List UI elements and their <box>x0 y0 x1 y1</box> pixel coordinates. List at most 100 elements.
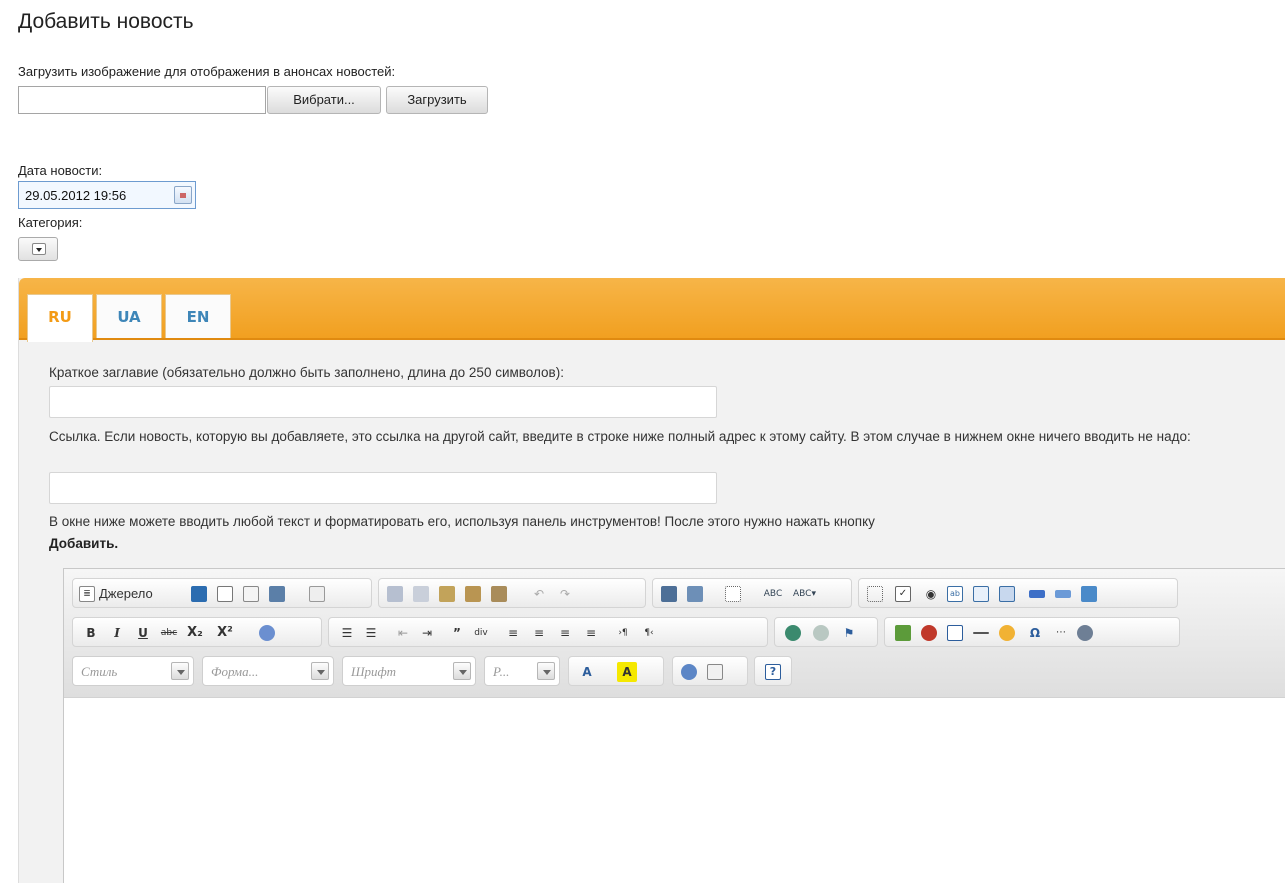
show-blocks-icon[interactable] <box>707 664 723 680</box>
chevron-down-icon <box>171 662 189 680</box>
underline-icon[interactable]: U <box>133 623 153 643</box>
redo-icon[interactable]: ↷ <box>555 584 575 604</box>
align-right-icon[interactable]: ≡ <box>555 623 575 643</box>
save-icon[interactable] <box>191 586 207 602</box>
select-field-icon[interactable] <box>999 586 1015 602</box>
div-container-icon[interactable]: div <box>471 623 491 643</box>
category-select[interactable] <box>18 237 58 261</box>
indent-icon[interactable]: ⇥ <box>417 623 437 643</box>
help-icon[interactable]: ? <box>765 664 781 680</box>
outdent-icon[interactable]: ⇤ <box>393 623 413 643</box>
toolbar-row-1: ≣ Джерело ↶ ↷ ABC ABC▾ ✓ ◉ ab <box>72 578 1282 608</box>
toolbar-group-clipboard: ↶ ↷ <box>378 578 646 608</box>
text-color-icon[interactable]: A <box>577 662 597 682</box>
file-path-input[interactable] <box>18 86 266 114</box>
templates-icon[interactable] <box>309 586 325 602</box>
date-input[interactable] <box>19 182 169 208</box>
background-color-icon[interactable]: A <box>617 662 637 682</box>
maximize-icon[interactable] <box>681 664 697 680</box>
format-combo[interactable]: Форма... <box>202 656 334 686</box>
italic-icon[interactable]: I <box>107 623 127 643</box>
smiley-icon[interactable] <box>999 625 1015 641</box>
text-direction-rtl-icon[interactable]: ¶‹ <box>639 623 659 643</box>
size-combo-label: Р... <box>493 664 510 679</box>
paste-word-icon[interactable] <box>491 586 507 602</box>
superscript-icon[interactable]: X² <box>215 623 235 643</box>
chevron-down-icon <box>453 662 471 680</box>
tab-ua[interactable]: UA <box>96 294 162 340</box>
align-justify-icon[interactable]: ≡ <box>581 623 601 643</box>
flash-icon[interactable] <box>921 625 937 641</box>
image-button-icon[interactable] <box>1055 590 1071 598</box>
spellcheck-dropdown-icon[interactable]: ABC▾ <box>793 584 816 604</box>
horizontal-rule-icon[interactable] <box>973 632 989 634</box>
find-icon[interactable] <box>661 586 677 602</box>
font-combo[interactable]: Шрифт <box>342 656 476 686</box>
toolbar-group-forms: ✓ ◉ ab <box>858 578 1178 608</box>
anchor-flag-icon[interactable]: ⚑ <box>839 623 859 643</box>
tab-ru[interactable]: RU <box>27 294 93 342</box>
unlink-icon[interactable] <box>813 625 829 641</box>
new-page-icon[interactable] <box>217 586 233 602</box>
browse-button[interactable]: Вибрати... <box>267 86 381 114</box>
date-label: Дата новости: <box>18 163 103 178</box>
rich-text-editor: ≣ Джерело ↶ ↷ ABC ABC▾ ✓ ◉ ab B I U abc … <box>63 568 1285 884</box>
toolbar-row-3: Стиль Форма... Шрифт Р... A A ? <box>72 656 1282 686</box>
style-combo[interactable]: Стиль <box>72 656 194 686</box>
checkbox-icon[interactable]: ✓ <box>895 586 911 602</box>
chevron-down-icon <box>32 243 46 255</box>
toolbar-group-help: ? <box>754 656 792 686</box>
toolbar-group-document: ≣ Джерело <box>72 578 372 608</box>
short-title-input[interactable] <box>49 386 717 418</box>
link-icon[interactable] <box>785 625 801 641</box>
align-center-icon[interactable]: ≡ <box>529 623 549 643</box>
iframe-icon[interactable] <box>1077 625 1093 641</box>
size-combo[interactable]: Р... <box>484 656 560 686</box>
preview-icon[interactable] <box>243 586 259 602</box>
font-combo-label: Шрифт <box>351 664 397 679</box>
align-left-icon[interactable]: ≡ <box>503 623 523 643</box>
format-combo-label: Форма... <box>211 664 259 679</box>
link-input[interactable] <box>49 472 717 504</box>
spellcheck-icon[interactable]: ABC <box>763 584 783 604</box>
textarea-icon[interactable] <box>973 586 989 602</box>
table-icon[interactable] <box>947 625 963 641</box>
date-field[interactable] <box>18 181 196 209</box>
button-field-icon[interactable] <box>1029 590 1045 598</box>
language-panel: RU UA EN Краткое заглавие (обязательно д… <box>18 278 1285 884</box>
editor-content-area[interactable] <box>64 697 1285 884</box>
paste-text-icon[interactable] <box>465 586 481 602</box>
image-icon[interactable] <box>895 625 911 641</box>
page-break-icon[interactable]: ⋯ <box>1051 623 1071 643</box>
print-icon[interactable] <box>269 586 285 602</box>
form-icon[interactable] <box>867 586 883 602</box>
text-field-icon[interactable]: ab <box>947 586 963 602</box>
chevron-down-icon <box>311 662 329 680</box>
strikethrough-icon[interactable]: abc <box>159 623 179 643</box>
source-button-label[interactable]: Джерело <box>99 586 153 601</box>
cut-icon[interactable] <box>387 586 403 602</box>
text-direction-ltr-icon[interactable]: ›¶ <box>613 623 633 643</box>
blockquote-icon[interactable]: ” <box>447 623 467 643</box>
undo-icon[interactable]: ↶ <box>529 584 549 604</box>
remove-format-icon[interactable] <box>259 625 275 641</box>
page-title: Добавить новость <box>18 10 194 33</box>
editor-hint: В окне ниже можете вводить любой текст и… <box>49 511 1249 555</box>
hidden-field-icon[interactable] <box>1081 586 1097 602</box>
special-char-icon[interactable]: Ω <box>1025 623 1045 643</box>
calendar-icon[interactable] <box>174 186 192 204</box>
radio-icon[interactable]: ◉ <box>921 584 941 604</box>
upload-button[interactable]: Загрузить <box>386 86 488 114</box>
editor-toolbar: ≣ Джерело ↶ ↷ ABC ABC▾ ✓ ◉ ab B I U abc … <box>64 569 1285 697</box>
bulleted-list-icon[interactable]: ☰ <box>361 623 381 643</box>
bold-icon[interactable]: B <box>81 623 101 643</box>
numbered-list-icon[interactable]: ☰ <box>337 623 357 643</box>
subscript-icon[interactable]: X₂ <box>185 623 205 643</box>
source-icon[interactable]: ≣ <box>79 586 95 602</box>
replace-icon[interactable] <box>687 586 703 602</box>
paste-icon[interactable] <box>439 586 455 602</box>
select-all-icon[interactable] <box>725 586 741 602</box>
toolbar-group-find: ABC ABC▾ <box>652 578 852 608</box>
copy-icon[interactable] <box>413 586 429 602</box>
tab-en[interactable]: EN <box>165 294 231 340</box>
